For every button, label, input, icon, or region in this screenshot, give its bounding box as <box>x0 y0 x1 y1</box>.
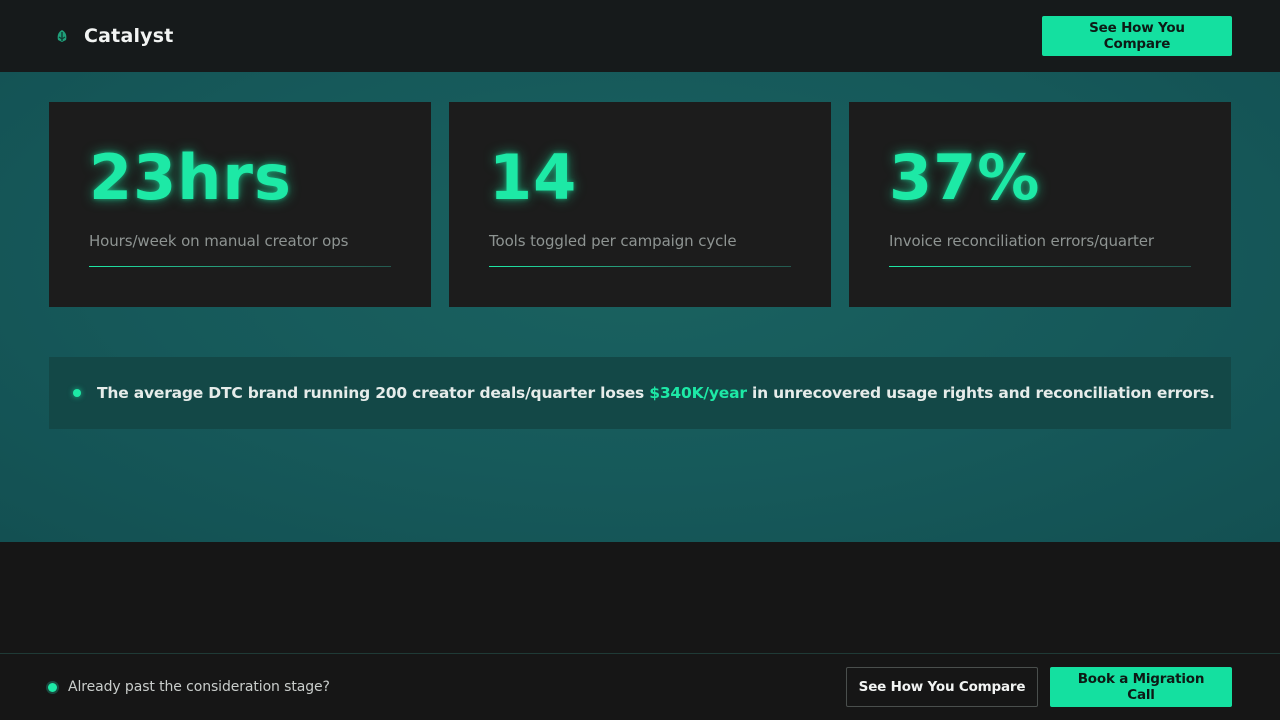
book-migration-call-button[interactable]: Book a Migration Call <box>1050 667 1232 707</box>
stat-value: 14 <box>489 141 578 214</box>
insight-text-before: The average DTC brand running 200 creato… <box>97 384 650 402</box>
insight-highlight: $340K/year <box>649 384 747 402</box>
sticky-footer-bar: Already past the consideration stage? Se… <box>0 653 1280 720</box>
brand[interactable]: Catalyst <box>54 25 174 47</box>
footer-actions: See How You Compare Book a Migration Cal… <box>846 667 1232 707</box>
card-divider <box>889 266 1191 267</box>
stat-value: 37% <box>889 141 1041 214</box>
card-divider <box>89 266 391 267</box>
insight-callout: The average DTC brand running 200 creato… <box>49 357 1231 429</box>
stat-value: 23hrs <box>89 141 292 214</box>
stat-cards: 23hrs Hours/week on manual creator ops 1… <box>49 102 1231 307</box>
status-dot-icon <box>48 682 57 692</box>
stat-label: Hours/week on manual creator ops <box>89 232 349 250</box>
bullet-dot-icon <box>73 389 81 397</box>
see-how-you-compare-button[interactable]: See How You Compare <box>1042 16 1232 56</box>
footer-prompt-text: Already past the consideration stage? <box>68 679 330 695</box>
insight-text-after: in unrecovered usage rights and reconcil… <box>746 384 1215 402</box>
stat-card-errors: 37% Invoice reconciliation errors/quarte… <box>849 102 1231 307</box>
stat-label: Invoice reconciliation errors/quarter <box>889 232 1154 250</box>
footer-see-how-you-compare-button[interactable]: See How You Compare <box>846 667 1038 707</box>
stat-card-tools: 14 Tools toggled per campaign cycle <box>449 102 831 307</box>
leaf-icon <box>54 28 70 44</box>
stat-label: Tools toggled per campaign cycle <box>489 232 737 250</box>
insight-text: The average DTC brand running 200 creato… <box>97 384 1215 402</box>
brand-name: Catalyst <box>84 25 174 47</box>
stat-card-hours: 23hrs Hours/week on manual creator ops <box>49 102 431 307</box>
card-divider <box>489 266 791 267</box>
top-nav: Catalyst See How You Compare <box>0 0 1280 72</box>
footer-prompt: Already past the consideration stage? <box>48 679 330 695</box>
